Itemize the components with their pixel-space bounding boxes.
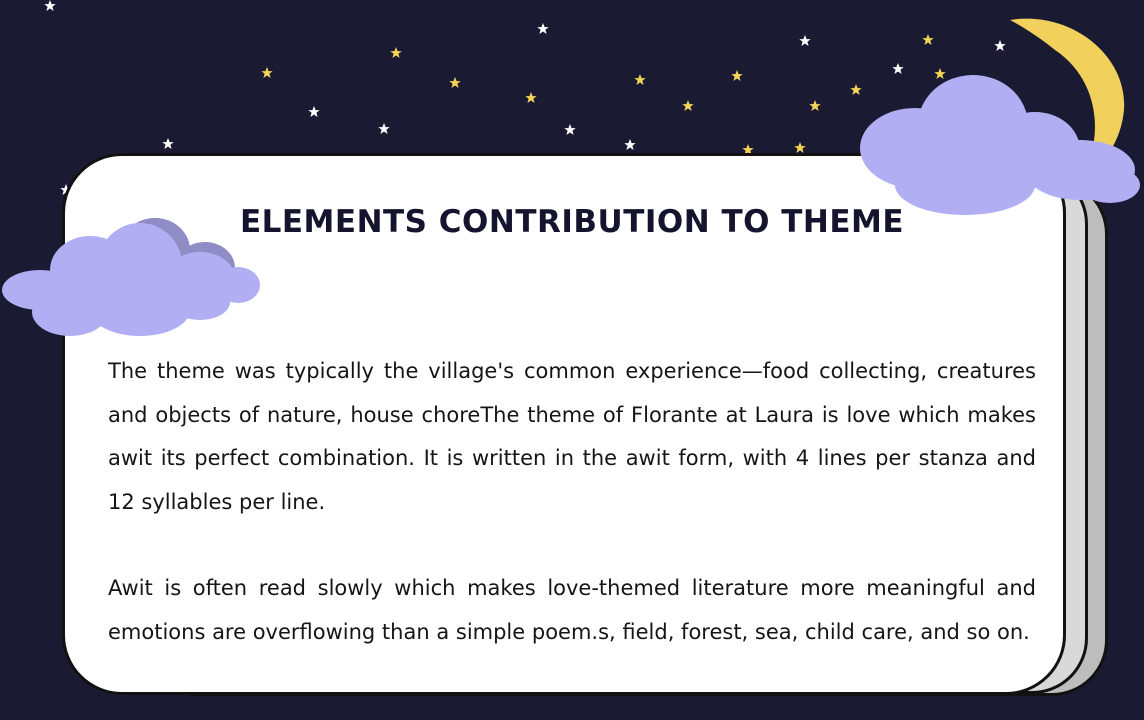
paragraph-2: Awit is often read slowly which makes lo… xyxy=(108,576,1036,644)
star-icon xyxy=(378,123,390,134)
cloud-icon xyxy=(860,75,1140,215)
star-icon xyxy=(799,35,811,46)
star-icon xyxy=(634,74,646,85)
star-icon xyxy=(537,23,549,34)
paragraph-1: The theme was typically the village's co… xyxy=(108,359,1036,514)
star-icon xyxy=(731,70,743,81)
star-icon xyxy=(794,142,806,153)
star-icon xyxy=(308,106,320,117)
star-icon xyxy=(922,34,934,45)
star-icon xyxy=(261,67,273,78)
star-icon xyxy=(390,47,402,58)
star-icon xyxy=(449,77,461,88)
star-icon xyxy=(525,92,537,103)
body-text: The theme was typically the village's co… xyxy=(108,350,1036,654)
star-icon xyxy=(682,100,694,111)
star-icon xyxy=(162,138,174,149)
star-icon xyxy=(564,124,576,135)
page-title: ELEMENTS CONTRIBUTION TO THEME xyxy=(239,204,905,240)
star-icon xyxy=(624,139,636,150)
star-icon xyxy=(44,0,56,11)
star-icon xyxy=(809,100,821,111)
